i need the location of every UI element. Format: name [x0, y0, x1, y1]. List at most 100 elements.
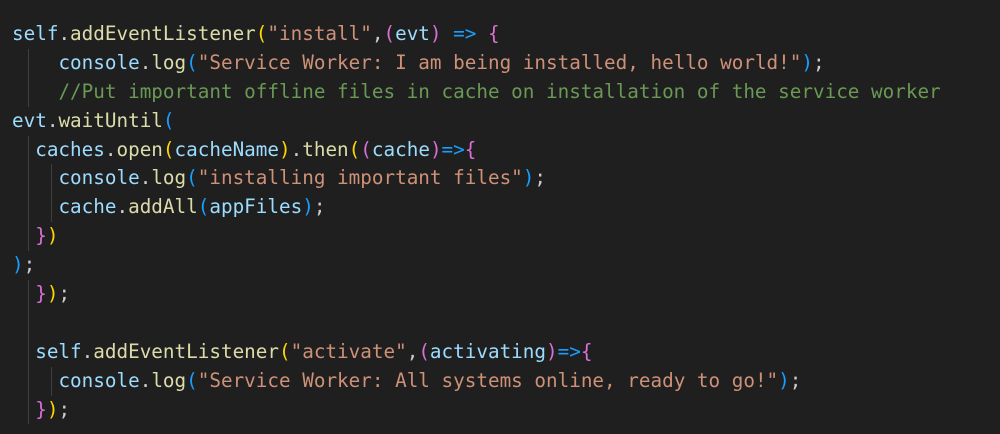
code-token: appFiles [209, 195, 303, 219]
indent-guide [27, 77, 29, 107]
code-token: } [35, 397, 47, 421]
code-line[interactable]: console.log("installing important files"… [12, 164, 941, 194]
code-editor[interactable]: self.addEventListener("install",(evt) =>… [0, 0, 1000, 434]
indent-guide [27, 135, 29, 165]
code-token: ) [279, 137, 291, 161]
indent-guide [27, 366, 29, 396]
code-line[interactable]: evt.waitUntil( [12, 107, 941, 136]
code-token: waitUntil [58, 108, 163, 132]
indent-guide [27, 395, 29, 425]
code-token: ) [429, 137, 442, 161]
code-token: cache [58, 195, 117, 219]
code-token: ) [12, 253, 24, 277]
code-token: ) [302, 195, 314, 219]
code-token: "installing important files" [197, 166, 523, 190]
code-token: "install" [267, 22, 372, 45]
code-token: ) [46, 282, 59, 306]
code-token: ; [23, 253, 36, 277]
indent-guide [27, 193, 29, 223]
code-token: evt [395, 22, 430, 45]
code-token: "Service Worker: I am being installed, h… [197, 50, 802, 74]
code-token: ( [383, 22, 396, 45]
code-token: => [453, 22, 477, 45]
code-token: { [580, 339, 593, 363]
code-line[interactable]: }); [12, 395, 941, 425]
code-token: console [58, 166, 140, 190]
code-token: log [151, 50, 187, 74]
code-token: self [12, 22, 59, 45]
code-line[interactable]: ); [12, 251, 941, 280]
code-token: activating [429, 339, 547, 363]
code-token: //Put important offline files in cache o… [58, 79, 941, 103]
code-token: { [487, 22, 500, 45]
code-token: cacheName [174, 137, 280, 161]
indent-guide [27, 308, 29, 338]
code-token: } [35, 282, 47, 306]
code-line[interactable]: }); [12, 280, 941, 309]
code-token: . [116, 195, 129, 219]
code-line[interactable]: cache.addAll(appFiles); [12, 193, 941, 223]
code-token: ; [534, 166, 547, 190]
code-token: , [406, 339, 419, 363]
code-line[interactable]: self.addEventListener("activate",(activa… [12, 337, 941, 367]
code-line[interactable] [12, 308, 941, 338]
code-token: ( [348, 137, 361, 161]
code-token: { [464, 137, 477, 161]
code-token: ) [429, 22, 442, 45]
code-line[interactable]: console.log("Service Worker: I am being … [12, 48, 941, 78]
code-content[interactable]: self.addEventListener("install",(evt) =>… [12, 20, 941, 425]
code-token: . [290, 137, 303, 161]
indent-guide [50, 366, 52, 396]
indent-guide [27, 337, 29, 367]
indent-guide [27, 280, 29, 309]
code-token: caches [35, 137, 105, 161]
code-token: ) [522, 166, 535, 190]
code-token: => [557, 339, 581, 363]
code-token: ; [58, 282, 71, 306]
code-line[interactable]: caches.open(cacheName).then((cache)=>{ [12, 135, 941, 165]
code-token: ) [546, 339, 558, 363]
code-token: addEventListener [70, 22, 256, 45]
code-token: . [81, 339, 94, 363]
code-line[interactable]: self.addEventListener("install",(evt) =>… [12, 20, 941, 49]
code-token: ( [360, 137, 372, 161]
indent-guide [50, 193, 52, 223]
code-token: ) [778, 368, 790, 392]
code-token: . [139, 50, 152, 74]
code-token: ( [255, 22, 268, 45]
code-token: . [58, 22, 71, 45]
code-token: addAll [128, 195, 198, 219]
code-token: ( [162, 137, 175, 161]
indent-guide [27, 164, 29, 194]
code-token: . [46, 108, 59, 132]
code-token: ) [801, 50, 813, 74]
code-token: open [116, 137, 163, 161]
indent-guide [27, 48, 29, 78]
code-token: cache [371, 137, 430, 161]
code-token: ( [186, 50, 198, 74]
code-line[interactable]: //Put important offline files in cache o… [12, 77, 941, 107]
code-token: then [302, 137, 349, 161]
code-token: self [35, 339, 82, 363]
code-token: "activate" [290, 339, 407, 363]
code-line[interactable]: }) [12, 222, 941, 252]
indent-guide [27, 222, 29, 252]
code-token: . [139, 166, 152, 190]
code-token: ) [46, 397, 59, 421]
code-token: ; [58, 397, 71, 421]
code-token: ; [813, 50, 825, 74]
code-token: . [104, 137, 117, 161]
code-token: => [441, 137, 465, 161]
code-line[interactable]: console.log("Service Worker: All systems… [12, 366, 941, 396]
code-token: . [139, 368, 152, 392]
code-token: ; [789, 368, 802, 392]
code-token: ) [46, 224, 59, 248]
code-token: "Service Worker: All systems online, rea… [197, 368, 779, 392]
code-token: } [35, 224, 47, 248]
